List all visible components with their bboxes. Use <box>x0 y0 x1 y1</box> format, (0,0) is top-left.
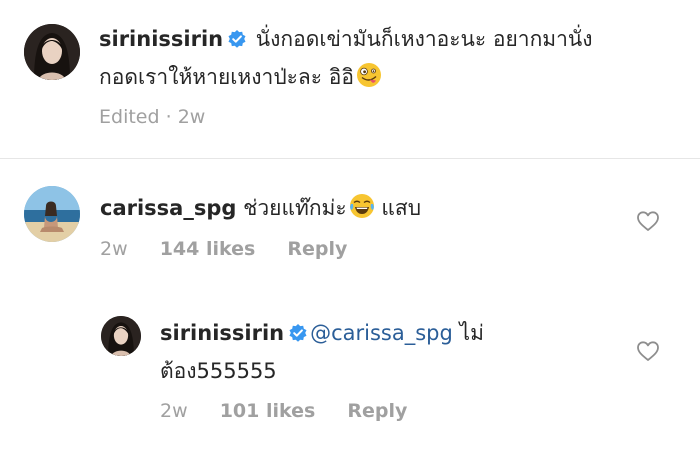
reply-meta: 2w 101 likes Reply <box>160 400 407 422</box>
comment-avatar[interactable] <box>24 186 80 242</box>
reply-text: sirinissirin @carissa_spg ไม่ ต้อง555555 <box>160 316 620 389</box>
verified-badge-icon <box>288 319 308 354</box>
reply-time[interactable]: 2w <box>160 400 188 422</box>
comment-meta: 2w 144 likes Reply <box>100 238 347 260</box>
caption-line-1: sirinissirin นั่งกอดเข่ามันก็เหงาอะนะ อย… <box>99 22 679 60</box>
reply-text-line-1: ไม่ <box>452 321 484 345</box>
comment-text-before-emoji: ช่วยแท๊กม่ะ <box>236 196 347 220</box>
comment-text: carissa_spg ช่วยแท๊กม่ะ แสบ <box>100 191 620 230</box>
reply-likes[interactable]: 101 likes <box>220 400 316 422</box>
caption-time[interactable]: 2w <box>178 106 206 128</box>
reply-mention-link[interactable]: @carissa_spg <box>310 321 453 345</box>
caption-line-2: กอดเราให้หายเหงาป่ะละ อิอิ <box>99 60 679 99</box>
caption-text-line-2: กอดเราให้หายเหงาป่ะละ อิอิ <box>99 65 354 89</box>
comment-username[interactable]: carissa_spg <box>100 196 236 220</box>
reply-text-line-2: ต้อง555555 <box>160 359 277 383</box>
caption-text-line-1: นั่งกอดเข่ามันก็เหงาอะนะ อยากมานั่ง <box>249 27 593 51</box>
reply-username[interactable]: sirinissirin <box>160 321 284 345</box>
reply-reply-button[interactable]: Reply <box>347 400 407 422</box>
meta-separator: · <box>165 106 178 128</box>
edited-label: Edited <box>99 106 160 128</box>
comment-text-after-emoji: แสบ <box>374 196 422 220</box>
tears-of-joy-emoji-icon <box>349 193 375 230</box>
caption-meta: Edited · 2w <box>99 106 205 128</box>
divider <box>0 158 700 159</box>
reply-line-1: sirinissirin @carissa_spg ไม่ <box>160 316 620 354</box>
reply-avatar[interactable] <box>101 316 141 356</box>
verified-badge-icon <box>227 25 247 60</box>
comment-likes[interactable]: 144 likes <box>160 238 256 260</box>
comment-time[interactable]: 2w <box>100 238 128 260</box>
zany-face-emoji-icon <box>356 62 382 99</box>
comment-heart-icon[interactable] <box>636 210 660 232</box>
reply-heart-icon[interactable] <box>636 340 660 362</box>
reply-line-2: ต้อง555555 <box>160 354 620 389</box>
caption-username[interactable]: sirinissirin <box>99 27 223 51</box>
comment-reply-button[interactable]: Reply <box>287 238 347 260</box>
caption-text: sirinissirin นั่งกอดเข่ามันก็เหงาอะนะ อย… <box>99 22 679 99</box>
caption-avatar[interactable] <box>24 24 80 80</box>
